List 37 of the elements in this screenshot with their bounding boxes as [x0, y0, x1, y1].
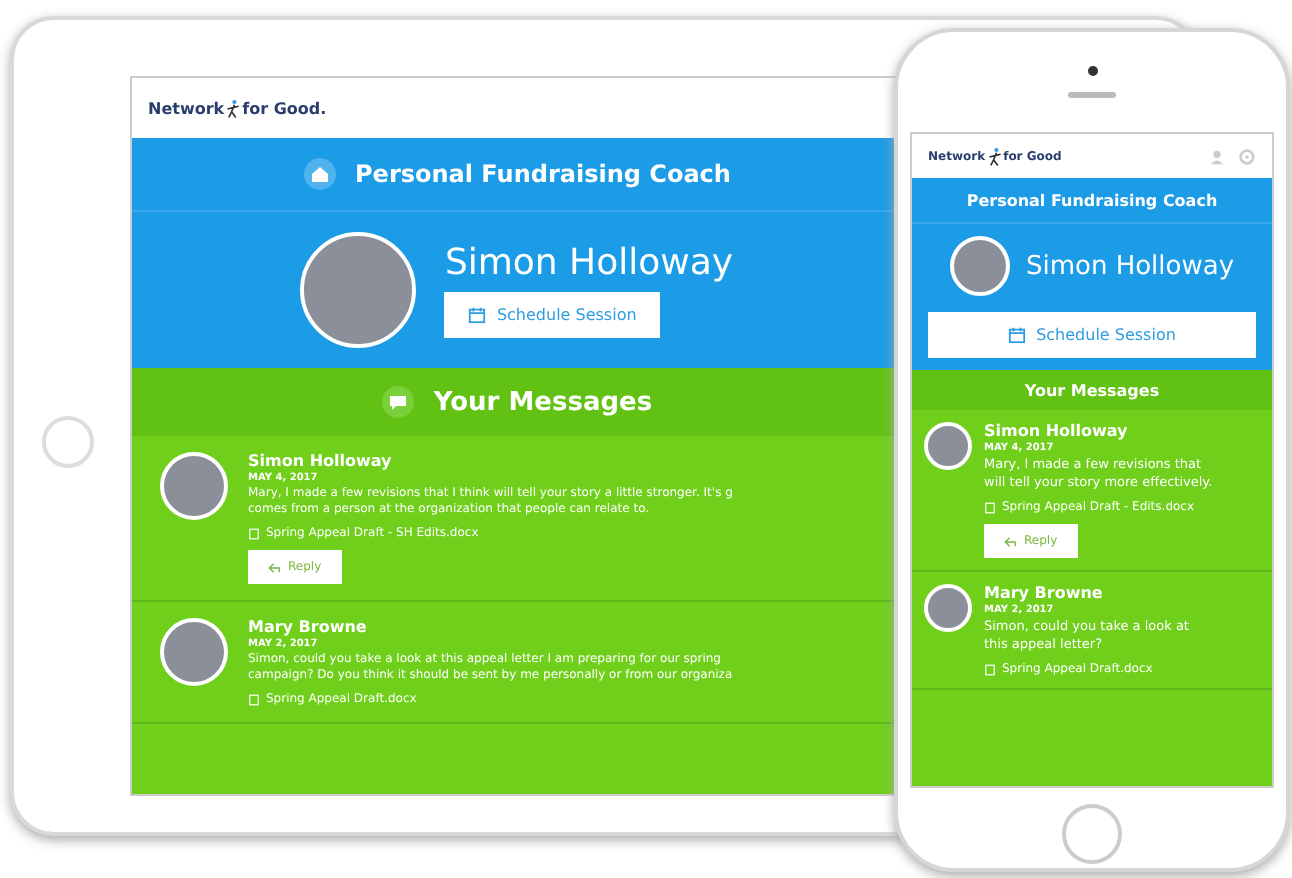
- user-icon[interactable]: [1208, 147, 1226, 165]
- calendar-icon: [468, 306, 487, 324]
- page-title: Personal Fundraising Coach: [966, 191, 1218, 209]
- document-icon: [248, 527, 260, 539]
- section-title: Your Messages: [433, 387, 653, 417]
- avatar-placeholder: [924, 584, 972, 632]
- home-button[interactable]: [1062, 804, 1122, 864]
- coach-name: Simon Holloway: [444, 242, 734, 284]
- avatar-placeholder: [924, 422, 972, 470]
- message-author: Simon Holloway: [984, 422, 1128, 440]
- reply-icon: [1004, 535, 1018, 547]
- avatar-placeholder: [949, 236, 1010, 296]
- message-author: Simon Holloway: [248, 452, 392, 470]
- avatar-placeholder: [160, 618, 228, 686]
- settings-icon[interactable]: [1238, 147, 1256, 165]
- message-author: Mary Browne: [984, 584, 1103, 602]
- home-icon: [303, 158, 336, 190]
- avatar-placeholder: [160, 452, 228, 520]
- document-icon: [984, 663, 996, 675]
- logo-text: for Good.: [242, 99, 327, 117]
- runner-icon: [987, 145, 1002, 167]
- camera-icon: [1087, 66, 1097, 76]
- schedule-session-button[interactable]: Schedule Session: [444, 292, 661, 338]
- speaker-icon: [1068, 92, 1116, 98]
- logo-text: Network: [148, 99, 225, 117]
- coach-name: Simon Holloway: [1025, 251, 1235, 281]
- calendar-icon: [1008, 326, 1027, 344]
- document-icon: [248, 693, 260, 705]
- chat-icon: [381, 386, 414, 418]
- schedule-session-button[interactable]: Schedule Session: [928, 312, 1256, 358]
- document-icon: [984, 501, 996, 513]
- page-title: Personal Fundraising Coach: [355, 160, 731, 188]
- section-title: Your Messages: [1024, 381, 1160, 399]
- reply-icon: [268, 561, 282, 573]
- message-author: Mary Browne: [248, 618, 367, 636]
- runner-icon: [226, 97, 241, 119]
- home-button[interactable]: [42, 416, 94, 468]
